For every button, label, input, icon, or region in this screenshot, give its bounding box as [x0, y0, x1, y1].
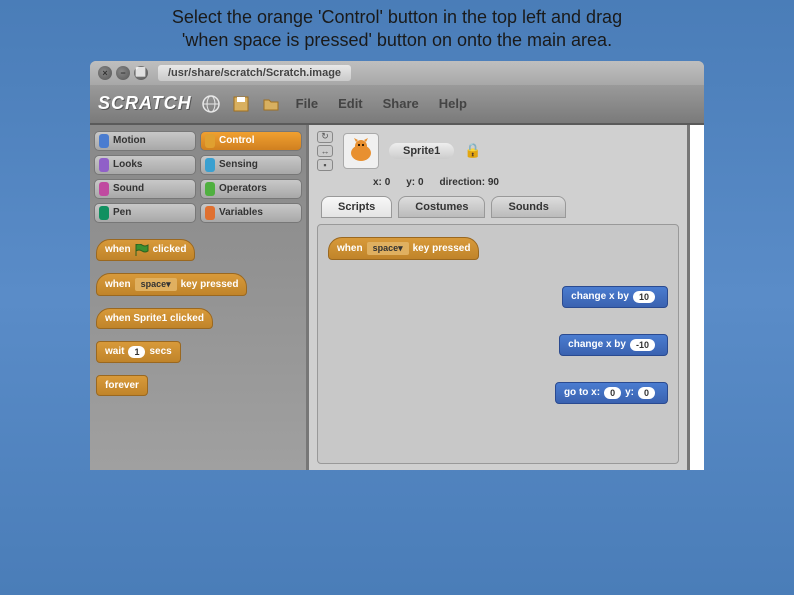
menu-help[interactable]: Help	[433, 96, 473, 111]
block-palette: when clicked when space▾ key pressed whe…	[94, 235, 302, 412]
block-when-sprite-clicked[interactable]: when Sprite1 clicked	[96, 308, 213, 329]
block-forever[interactable]: forever	[96, 375, 148, 396]
menu-file[interactable]: File	[290, 96, 324, 111]
stage-panel-edge	[690, 125, 704, 470]
flip-icon[interactable]: ↔	[317, 145, 333, 157]
scratch-logo: SCRATCH	[98, 93, 192, 114]
blocks-panel: Motion Control Looks Sensing Sound Opera…	[90, 125, 306, 470]
window-path: /usr/share/scratch/Scratch.image	[158, 65, 351, 81]
app-content: Motion Control Looks Sensing Sound Opera…	[90, 125, 704, 470]
cat-icon	[346, 136, 376, 166]
script-hat-when-key[interactable]: when space▾ key pressed	[328, 237, 479, 260]
globe-icon[interactable]	[200, 93, 222, 115]
close-icon[interactable]: ×	[98, 66, 112, 80]
dot-icon[interactable]: ▪	[317, 159, 333, 171]
sprite-name-field[interactable]: Sprite1	[389, 143, 454, 159]
sprite-tools: ↻ ↔ ▪	[317, 131, 333, 171]
key-dropdown[interactable]: space▾	[135, 278, 177, 291]
script-change-x-2[interactable]: change x by -10	[559, 334, 668, 356]
sprite-thumbnail[interactable]	[343, 133, 379, 169]
menu-edit[interactable]: Edit	[332, 96, 369, 111]
maximize-icon[interactable]: ⬜	[134, 66, 148, 80]
minimize-icon[interactable]: −	[116, 66, 130, 80]
sprite-tabs: Scripts Costumes Sounds	[317, 196, 679, 218]
block-wait[interactable]: wait 1 secs	[96, 341, 181, 363]
sprite-panel: ↻ ↔ ▪ Sprite1 🔒 x: 0 y: 0 direction: 90 …	[306, 125, 690, 470]
window-titlebar: × − ⬜ /usr/share/scratch/Scratch.image	[90, 61, 704, 85]
category-variables[interactable]: Variables	[200, 203, 302, 223]
green-flag-icon	[135, 244, 149, 256]
lock-icon[interactable]: 🔒	[464, 142, 481, 159]
sprite-coords: x: 0 y: 0 direction: 90	[373, 177, 679, 188]
instruction-text: Select the orange 'Control' button in th…	[0, 0, 794, 61]
block-when-key-pressed[interactable]: when space▾ key pressed	[96, 273, 247, 296]
category-grid: Motion Control Looks Sensing Sound Opera…	[94, 131, 302, 223]
category-operators[interactable]: Operators	[200, 179, 302, 199]
category-pen[interactable]: Pen	[94, 203, 196, 223]
script-change-x-1[interactable]: change x by 10	[562, 286, 668, 308]
key-dropdown[interactable]: space▾	[367, 242, 409, 255]
scratch-window: × − ⬜ /usr/share/scratch/Scratch.image S…	[90, 61, 704, 470]
category-looks[interactable]: Looks	[94, 155, 196, 175]
script-goto-xy[interactable]: go to x: 0 y: 0	[555, 382, 668, 404]
rotate-icon[interactable]: ↻	[317, 131, 333, 143]
category-motion[interactable]: Motion	[94, 131, 196, 151]
category-control[interactable]: Control	[200, 131, 302, 151]
menu-share[interactable]: Share	[377, 96, 425, 111]
tab-scripts[interactable]: Scripts	[321, 196, 392, 218]
save-icon[interactable]	[230, 93, 252, 115]
category-sound[interactable]: Sound	[94, 179, 196, 199]
app-toolbar: SCRATCH File Edit Share Help	[90, 85, 704, 125]
open-icon[interactable]	[260, 93, 282, 115]
sprite-header: ↻ ↔ ▪ Sprite1 🔒	[317, 131, 679, 171]
tab-sounds[interactable]: Sounds	[491, 196, 565, 218]
block-when-flag-clicked[interactable]: when clicked	[96, 239, 195, 261]
tab-costumes[interactable]: Costumes	[398, 196, 485, 218]
scripts-area[interactable]: when space▾ key pressed change x by 10 c…	[317, 224, 679, 464]
category-sensing[interactable]: Sensing	[200, 155, 302, 175]
